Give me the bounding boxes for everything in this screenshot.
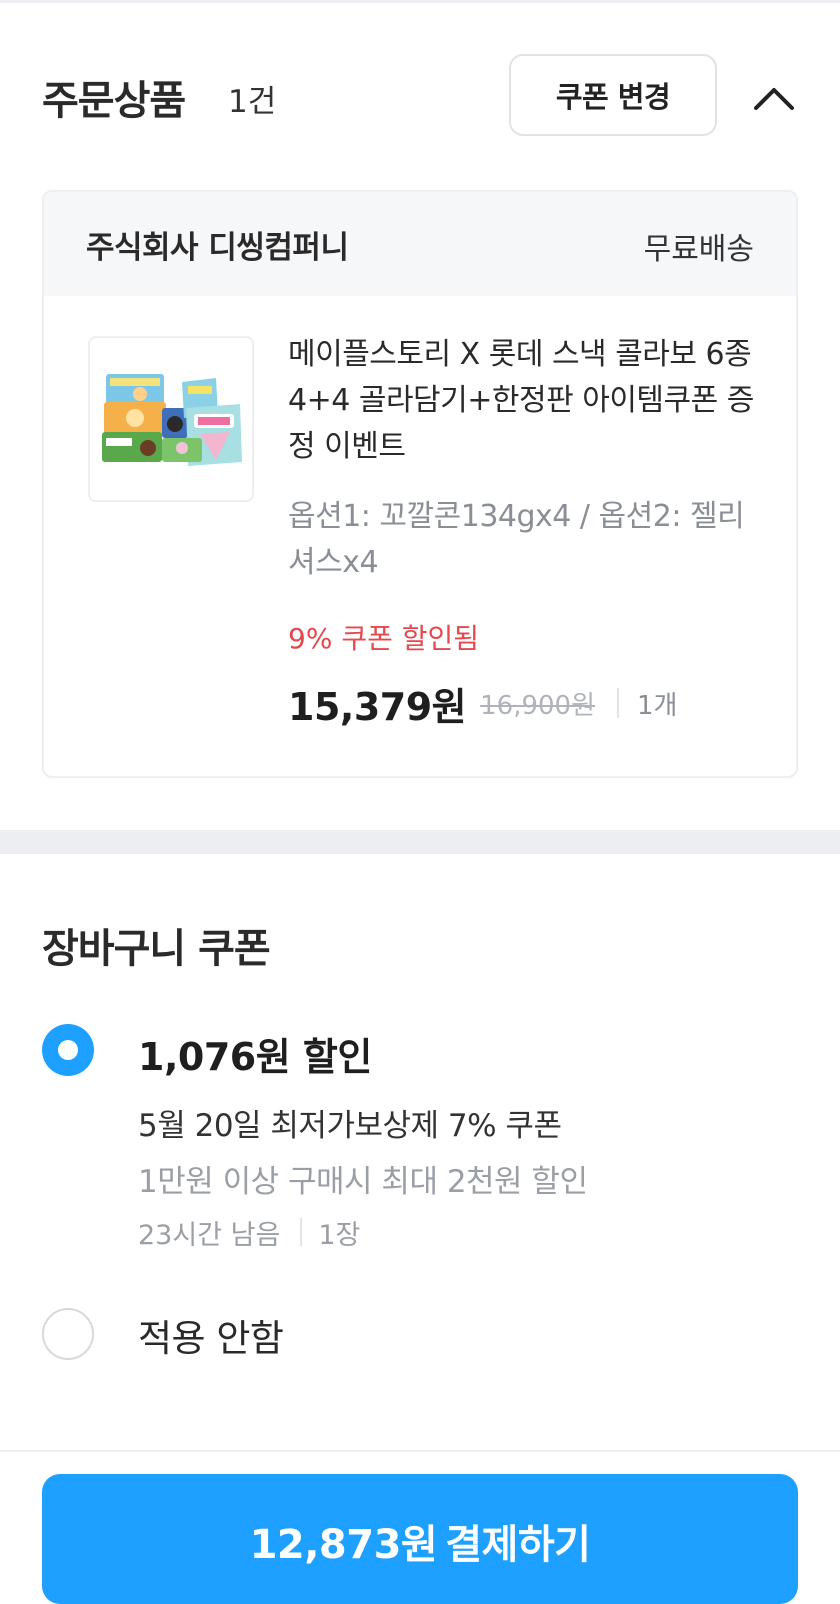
no-coupon-radio[interactable] <box>42 1308 94 1360</box>
coupon-radio-selected[interactable] <box>42 1024 94 1076</box>
order-items-title: 주문상품 <box>42 78 186 124</box>
seller-order-card: 주식회사 디씽컴퍼니 무료배송 메이플스토리 X 롯데 스낵 콜라보 6종 4+… <box>42 190 798 778</box>
product-image <box>90 338 252 500</box>
price-row: 15,379원 16,900원 1개 <box>288 678 678 729</box>
product-option: 옵션1: 꼬깔콘134gx4 / 옵션2: 젤리셔스x4 <box>288 499 745 580</box>
coupon-time-left: 23시간 남음 <box>138 1219 281 1251</box>
coupon-condition: 1만원 이상 구매시 최대 2천원 할인 <box>138 1164 588 1200</box>
coupon-meta: 23시간 남음 1장 <box>138 1214 361 1251</box>
coupon-count: 1장 <box>318 1219 361 1251</box>
original-price: 16,900원 <box>480 690 596 721</box>
seller-name: 주식회사 디씽컴퍼니 <box>86 230 349 266</box>
coupon-discount-amount[interactable]: 1,076원 할인 <box>138 1026 372 1081</box>
coupon-change-button[interactable]: 쿠폰 변경 <box>509 54 717 136</box>
pay-action: 결제하기 <box>445 1522 591 1568</box>
coupon-name: 5월 20일 최저가보상제 7% 쿠폰 <box>138 1108 562 1144</box>
no-coupon-label[interactable]: 적용 안함 <box>138 1308 284 1362</box>
chevron-up-icon[interactable] <box>752 78 796 118</box>
order-items-count: 1건 <box>228 84 277 120</box>
cart-coupon-title: 장바구니 쿠폰 <box>42 926 271 972</box>
quantity: 1개 <box>637 690 678 721</box>
bottom-divider <box>0 1450 840 1452</box>
product-name[interactable]: 메이플스토리 X 롯데 스낵 콜라보 6종 4+4 골라담기+한정판 아이템쿠폰… <box>288 332 768 470</box>
pay-button[interactable]: 12,873원 결제하기 <box>42 1474 798 1604</box>
price-divider <box>617 688 620 718</box>
section-separator <box>0 830 840 854</box>
pay-button-label: 12,873원 결제하기 <box>42 1512 798 1570</box>
coupon-meta-divider <box>300 1218 303 1246</box>
top-divider <box>0 0 840 3</box>
seller-header: 주식회사 디씽컴퍼니 무료배송 <box>44 192 796 296</box>
product-thumbnail[interactable] <box>88 336 254 502</box>
sale-price: 15,379원 <box>288 684 467 729</box>
coupon-applied-text: 9% 쿠폰 할인됨 <box>288 622 480 655</box>
pay-amount: 12,873원 <box>249 1522 438 1568</box>
shipping-info: 무료배송 <box>643 232 754 267</box>
